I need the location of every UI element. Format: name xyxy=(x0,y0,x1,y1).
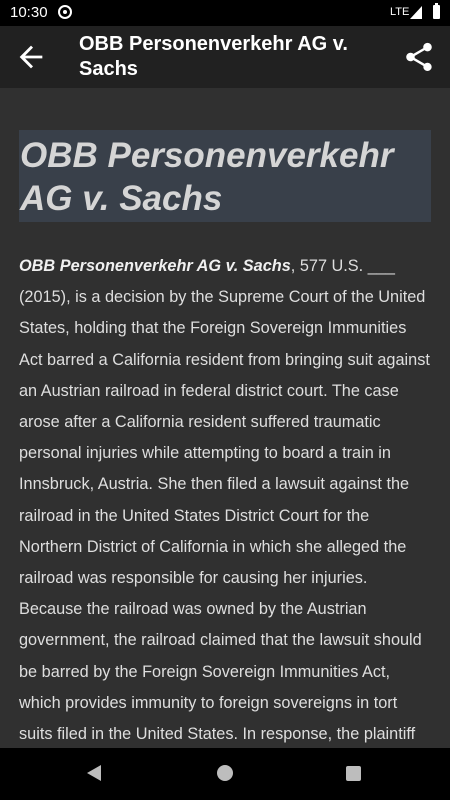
share-button[interactable] xyxy=(402,40,436,74)
status-time: 10:30 xyxy=(10,4,48,21)
recents-square-icon[interactable] xyxy=(346,766,361,781)
app-bar: OBB Personenverkehr AG v. Sachs xyxy=(0,26,450,88)
article-lead: OBB Personenverkehr AG v. Sachs xyxy=(19,257,291,275)
article-body: OBB Personenverkehr AG v. Sachs, 577 U.S… xyxy=(19,251,433,748)
system-nav-bar xyxy=(0,748,450,800)
battery-icon xyxy=(433,3,440,19)
article-title: OBB Personenverkehr AG v. Sachs xyxy=(19,130,431,222)
signal-icon xyxy=(410,6,422,19)
article-body-text: , 577 U.S. ___ (2015), is a decision by … xyxy=(19,257,430,744)
back-button[interactable] xyxy=(14,40,48,74)
status-bar: 10:30 LTE xyxy=(0,0,450,26)
back-triangle-icon[interactable] xyxy=(87,765,101,781)
network-type: LTE xyxy=(390,6,410,18)
arrow-left-icon xyxy=(19,45,43,69)
app-bar-title: OBB Personenverkehr AG v. Sachs xyxy=(79,33,348,80)
share-icon xyxy=(406,42,432,72)
notification-icon xyxy=(58,5,72,19)
article-content[interactable]: OBB Personenverkehr AG v. Sachs OBB Pers… xyxy=(0,88,450,748)
home-circle-icon[interactable] xyxy=(217,765,233,781)
